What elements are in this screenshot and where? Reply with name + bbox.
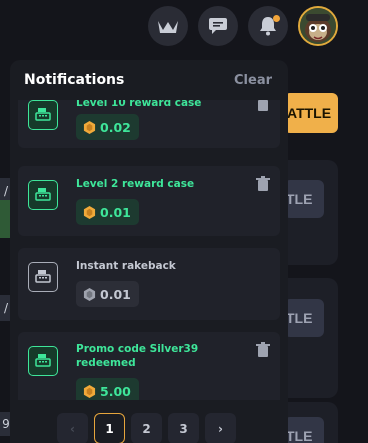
coin-icon	[83, 120, 96, 134]
background-battle-button[interactable]: ATTLE	[284, 93, 338, 133]
coin-icon	[83, 384, 96, 398]
pagination: ‹ 1 2 3 ›	[57, 413, 236, 443]
background-battle-card-button[interactable]: TLE	[284, 417, 324, 443]
background-battle-card-button[interactable]: TLE	[284, 180, 324, 218]
notifications-header: Notifications Clear	[24, 70, 272, 90]
background-battle-card-button[interactable]: TLE	[284, 299, 324, 337]
page-button-1[interactable]: 1	[94, 413, 125, 443]
prev-page-button[interactable]: ‹	[57, 413, 88, 443]
register-icon	[28, 262, 58, 292]
notifications-title: Notifications	[24, 72, 125, 88]
notification-item: Instant rakeback 0.01	[18, 248, 280, 320]
chat-icon	[209, 18, 227, 34]
coin-icon	[83, 205, 96, 219]
notifications-list[interactable]: Level 10 reward case 0.02 Level 2 reward…	[18, 100, 280, 400]
avatar[interactable]	[298, 6, 338, 46]
reward-amount: 0.01	[76, 281, 139, 307]
amount-value: 0.02	[100, 119, 131, 135]
notification-title: Promo code Silver39 redeemed	[76, 343, 199, 369]
trash-icon[interactable]	[256, 342, 270, 358]
register-icon	[28, 180, 58, 210]
register-icon	[28, 346, 58, 376]
amount-value: 0.01	[100, 286, 131, 302]
notification-title: Level 10 reward case	[76, 100, 202, 109]
next-page-button[interactable]: ›	[205, 413, 236, 443]
notification-dot	[273, 15, 280, 22]
background-image-edge	[0, 200, 10, 238]
trash-icon[interactable]	[256, 176, 270, 192]
amount-value: 0.01	[100, 204, 131, 220]
amount-value: 5.00	[100, 383, 131, 399]
avatar-image	[300, 8, 336, 44]
reward-amount: 0.02	[76, 114, 139, 140]
coin-icon	[83, 287, 96, 301]
page-button-3[interactable]: 3	[168, 413, 199, 443]
chat-button[interactable]	[198, 6, 238, 46]
trash-icon[interactable]	[256, 100, 270, 112]
notification-item: Promo code Silver39 redeemed 5.00	[18, 332, 280, 400]
notification-title: Instant rakeback	[76, 260, 176, 272]
reward-amount: 5.00	[76, 378, 139, 400]
crown-icon	[158, 21, 178, 33]
notifications-button[interactable]	[248, 6, 288, 46]
clear-button[interactable]: Clear	[234, 73, 272, 88]
notification-title: Level 2 reward case	[76, 178, 195, 190]
notification-item: Level 10 reward case 0.02	[18, 100, 280, 148]
crown-button[interactable]	[148, 6, 188, 46]
page: / / 9 ATTLE TLE TLE TLE Notifications Cl…	[0, 0, 368, 443]
reward-amount: 0.01	[76, 199, 139, 225]
page-button-2[interactable]: 2	[131, 413, 162, 443]
register-icon	[28, 100, 58, 130]
notifications-panel: Notifications Clear Level 10 reward case…	[10, 60, 288, 443]
notification-item: Level 2 reward case 0.01	[18, 166, 280, 236]
